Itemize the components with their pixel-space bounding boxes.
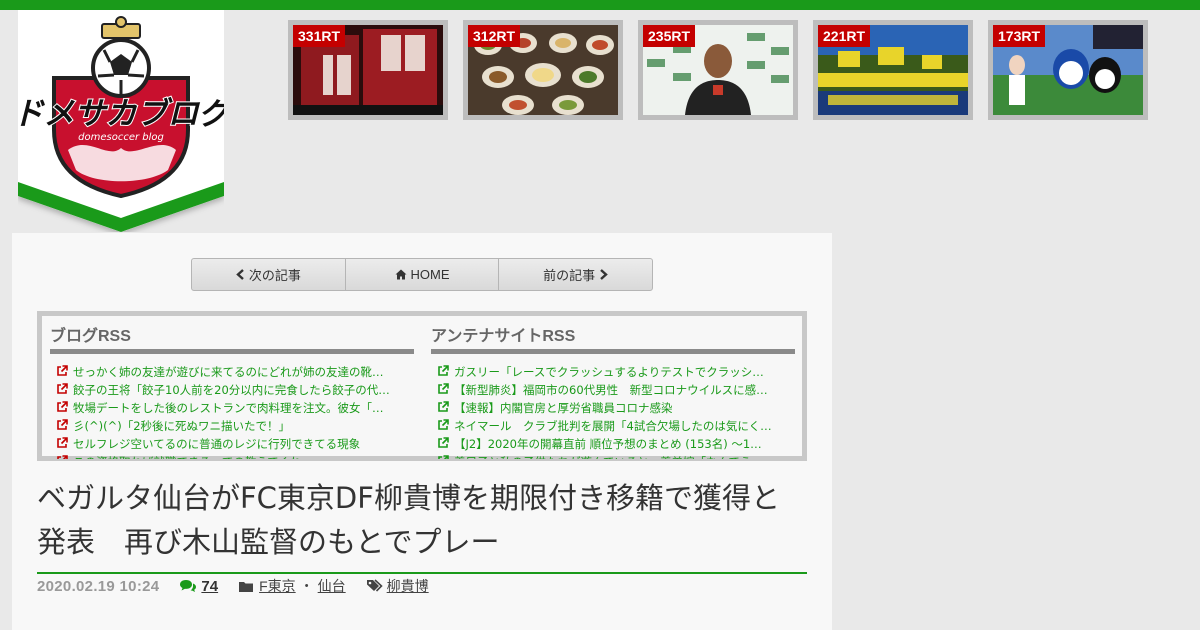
rss-item[interactable]: 彡(^)(^)「2秒後に死ぬワニ描いたで！」 bbox=[50, 417, 414, 435]
blog-rss-list: せっかく姉の友達が遊びに来てるのにどれが姉の友達の靴… 餃子の王将「餃子10人前を… bbox=[50, 363, 414, 459]
rt-badge: 312RT bbox=[468, 25, 521, 47]
comment-count-link[interactable]: 74 bbox=[179, 578, 218, 595]
category-link[interactable]: F東京 bbox=[259, 576, 296, 596]
external-link-icon bbox=[438, 383, 449, 394]
home-icon bbox=[395, 269, 406, 280]
external-link-icon bbox=[438, 401, 449, 412]
rss-item-title: 【速報】内閣官房と厚労省職員コロナ感染 bbox=[454, 401, 673, 415]
rss-item[interactable]: ガスリー「レースでクラッシュするよりテストでクラッシ… bbox=[431, 363, 795, 381]
popular-post-thumb[interactable]: 312RT bbox=[463, 20, 623, 120]
external-link-icon bbox=[57, 419, 68, 430]
rss-item-title: 【新型肺炎】福岡市の60代男性 新型コロナウイルスに感… bbox=[454, 383, 768, 397]
tags-icon bbox=[366, 579, 383, 592]
rss-item-title: 餃子の王将「餃子10人前を20分以内に完食したら餃子の代… bbox=[73, 383, 390, 397]
category-separator: ・ bbox=[299, 578, 314, 594]
external-link-icon bbox=[57, 365, 68, 376]
tags: 柳貴博 bbox=[366, 576, 429, 596]
rss-item-title: 義兄子と私の子供たちが遊んでいると、義弟嫁「なんでう… bbox=[454, 455, 763, 459]
comment-count: 74 bbox=[201, 577, 219, 595]
blog-rss-column: ブログRSS せっかく姉の友達が遊びに来てるのにどれが姉の友達の靴… 餃子の王将「… bbox=[50, 322, 414, 459]
post-pager: 次の記事 HOME 前の記事 bbox=[191, 258, 653, 291]
external-link-icon bbox=[438, 437, 449, 448]
rss-item-title: セルフレジ空いてるのに普通のレジに行列できてる現象 bbox=[73, 437, 361, 451]
antenna-rss-column: アンテナサイトRSS ガスリー「レースでクラッシュするよりテストでクラッシ… 【新… bbox=[431, 322, 795, 459]
rss-item[interactable]: 【J2】2020年の開幕直前 順位予想のまとめ (153名) ～1… bbox=[431, 435, 795, 453]
external-link-icon bbox=[57, 437, 68, 448]
rt-badge: 331RT bbox=[293, 25, 346, 47]
rss-item[interactable]: 【新型肺炎】福岡市の60代男性 新型コロナウイルスに感… bbox=[431, 381, 795, 399]
rss-item-title: 彡(^)(^)「2秒後に死ぬワニ描いたで！」 bbox=[73, 419, 291, 433]
rss-item[interactable]: ネイマール クラブ批判を展開「4試合欠場したのは気にく… bbox=[431, 417, 795, 435]
rt-badge: 235RT bbox=[643, 25, 696, 47]
home-button[interactable]: HOME bbox=[346, 259, 500, 290]
home-label: HOME bbox=[410, 267, 450, 282]
external-link-icon bbox=[438, 365, 449, 376]
antenna-rss-heading: アンテナサイトRSS bbox=[431, 322, 795, 354]
rss-item[interactable]: 【速報】内閣官房と厚労省職員コロナ感染 bbox=[431, 399, 795, 417]
next-article-label: 次の記事 bbox=[248, 268, 301, 283]
rss-item-title: この資格取れば就職できるっての教えてくれ bbox=[73, 455, 301, 459]
chevron-left-icon bbox=[236, 269, 244, 280]
chevron-right-icon bbox=[600, 269, 608, 280]
blog-rss-heading: ブログRSS bbox=[50, 322, 414, 354]
rss-feeds-box: ブログRSS せっかく姉の友達が遊びに来てるのにどれが姉の友達の靴… 餃子の王将「… bbox=[37, 311, 807, 461]
external-link-icon bbox=[438, 419, 449, 430]
rt-badge: 221RT bbox=[818, 25, 871, 47]
logo-subtitle: domesoccer blog bbox=[78, 132, 164, 143]
external-link-icon bbox=[57, 455, 68, 459]
article-panel: 次の記事 HOME 前の記事 ブログRSS せっかく姉の友達が遊びに来てるのにど… bbox=[12, 233, 832, 630]
rt-badge: 173RT bbox=[993, 25, 1046, 47]
categories: F東京 ・ 仙台 bbox=[238, 576, 346, 596]
popular-post-thumb[interactable]: 331RT bbox=[288, 20, 448, 120]
external-link-icon bbox=[57, 383, 68, 394]
post-date: 2020.02.19 10:24 bbox=[37, 577, 160, 595]
site-logo[interactable]: ドメサカブログ domesoccer blog bbox=[18, 10, 224, 232]
prev-article-button[interactable]: 前の記事 bbox=[499, 259, 652, 290]
logo-title: ドメサカブログ bbox=[18, 96, 224, 132]
antenna-rss-list: ガスリー「レースでクラッシュするよりテストでクラッシ… 【新型肺炎】福岡市の60代… bbox=[431, 363, 795, 459]
folder-icon bbox=[239, 581, 254, 592]
external-link-icon bbox=[438, 455, 449, 459]
popular-post-thumb[interactable]: 235RT bbox=[638, 20, 798, 120]
rss-item[interactable]: せっかく姉の友達が遊びに来てるのにどれが姉の友達の靴… bbox=[50, 363, 414, 381]
tag-link[interactable]: 柳貴博 bbox=[387, 576, 429, 596]
rss-item[interactable]: セルフレジ空いてるのに普通のレジに行列できてる現象 bbox=[50, 435, 414, 453]
article-meta: 2020.02.19 10:24 74 F東京 ・ 仙台 柳貴博 bbox=[37, 576, 449, 596]
top-accent-bar bbox=[0, 0, 1200, 10]
popular-post-thumb[interactable]: 173RT bbox=[988, 20, 1148, 120]
next-article-button[interactable]: 次の記事 bbox=[192, 259, 346, 290]
prev-article-label: 前の記事 bbox=[543, 268, 596, 283]
rss-item-title: ガスリー「レースでクラッシュするよりテストでクラッシ… bbox=[454, 365, 764, 379]
popular-posts-strip: 331RT 312RT 235RT 221RT 173RT bbox=[288, 20, 1148, 120]
rss-item-title: ネイマール クラブ批判を展開「4試合欠場したのは気にく… bbox=[454, 419, 772, 433]
category-link[interactable]: 仙台 bbox=[318, 576, 346, 596]
external-link-icon bbox=[57, 401, 68, 412]
rss-item-title: せっかく姉の友達が遊びに来てるのにどれが姉の友達の靴… bbox=[73, 365, 384, 379]
rss-item[interactable]: 餃子の王将「餃子10人前を20分以内に完食したら餃子の代… bbox=[50, 381, 414, 399]
comments-icon bbox=[180, 580, 197, 592]
rss-item-title: 【J2】2020年の開幕直前 順位予想のまとめ (153名) ～1… bbox=[454, 437, 762, 451]
rss-item[interactable]: 義兄子と私の子供たちが遊んでいると、義弟嫁「なんでう… bbox=[431, 453, 795, 459]
popular-post-thumb[interactable]: 221RT bbox=[813, 20, 973, 120]
article-title: ベガルタ仙台がFC東京DF柳貴博を期限付き移籍で獲得と発表 再び木山監督のもとで… bbox=[37, 476, 807, 574]
rss-item[interactable]: この資格取れば就職できるっての教えてくれ bbox=[50, 453, 414, 459]
rss-item-title: 牧場デートをした後のレストランで肉料理を注文。彼女「… bbox=[73, 401, 384, 415]
rss-item[interactable]: 牧場デートをした後のレストランで肉料理を注文。彼女「… bbox=[50, 399, 414, 417]
